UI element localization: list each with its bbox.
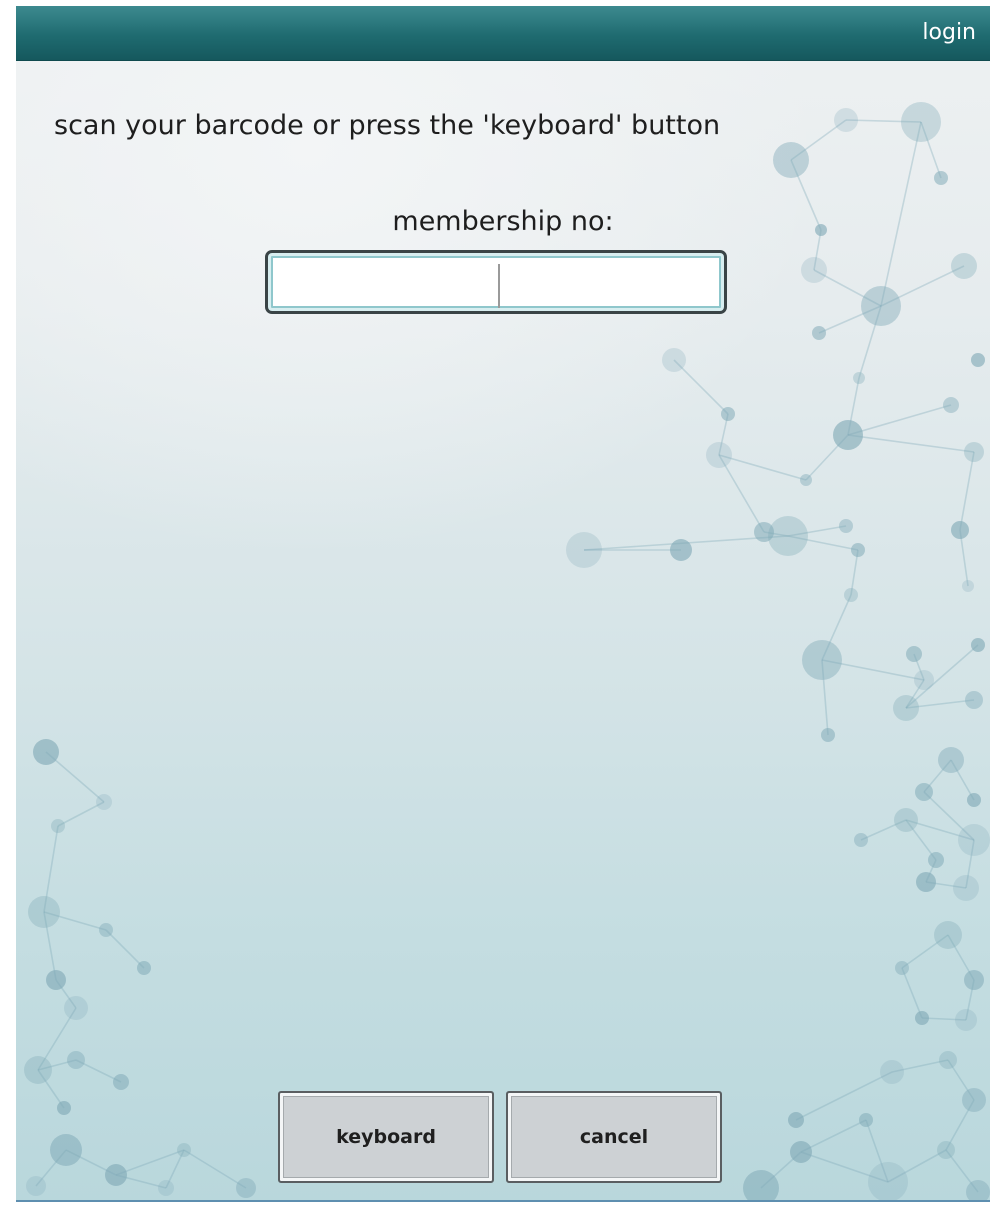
molecule-node: [916, 872, 936, 892]
molecule-node: [901, 102, 941, 142]
molecule-node: [57, 1101, 71, 1115]
molecule-bond: [795, 1071, 893, 1121]
molecule-node: [105, 1164, 127, 1186]
molecule-node: [894, 808, 918, 832]
molecule-node: [839, 519, 853, 533]
molecule-node: [790, 1141, 812, 1163]
molecule-node: [821, 728, 835, 742]
molecule-node: [854, 833, 868, 847]
molecule-node: [773, 142, 809, 178]
molecule-node: [958, 824, 990, 856]
molecule-node: [844, 588, 858, 602]
molecule-node: [706, 442, 732, 468]
molecule-node: [962, 1088, 986, 1112]
molecule-node: [928, 852, 944, 868]
membership-number-input[interactable]: [265, 250, 727, 314]
cancel-button[interactable]: cancel: [506, 1091, 722, 1183]
molecule-node: [955, 1009, 977, 1031]
molecule-node: [566, 532, 602, 568]
molecule-node: [934, 171, 948, 185]
molecule-node: [51, 819, 65, 833]
molecule-node: [937, 1141, 955, 1159]
molecule-node: [812, 326, 826, 340]
molecule-node: [966, 1180, 990, 1202]
molecule-node: [46, 970, 66, 990]
molecule-node: [236, 1178, 256, 1198]
molecule-bond: [959, 451, 975, 531]
molecule-node: [934, 921, 962, 949]
molecule-node: [893, 695, 919, 721]
molecule-node: [951, 253, 977, 279]
molecule-node: [964, 442, 984, 462]
molecule-node: [801, 257, 827, 283]
molecule-node: [861, 286, 901, 326]
molecule-node: [67, 1051, 85, 1069]
membership-label: membership no:: [392, 206, 614, 237]
molecule-node: [953, 875, 979, 901]
molecule-node: [137, 961, 151, 975]
molecule-node: [28, 896, 60, 928]
text-caret: [498, 264, 500, 308]
molecule-node: [721, 407, 735, 421]
molecule-node: [158, 1180, 174, 1196]
molecule-node: [33, 739, 59, 765]
molecule-node: [938, 747, 964, 773]
molecule-node: [788, 1112, 804, 1128]
molecule-node: [880, 1060, 904, 1084]
molecule-node: [859, 1113, 873, 1127]
molecule-node: [868, 1162, 908, 1202]
title-bar: login: [16, 6, 990, 61]
molecule-bond: [183, 1149, 247, 1189]
molecule-node: [906, 646, 922, 662]
login-screen: login scan your barcode or press the 'ke…: [16, 6, 990, 1202]
molecule-node: [951, 521, 969, 539]
molecule-node: [800, 474, 812, 486]
molecule-node: [965, 691, 983, 709]
molecule-node: [802, 640, 842, 680]
molecule-node: [96, 794, 112, 810]
molecule-node: [939, 1051, 957, 1069]
molecule-node: [915, 1011, 929, 1025]
molecule-node: [964, 970, 984, 990]
molecule-node: [64, 996, 88, 1020]
instruction-text: scan your barcode or press the 'keyboard…: [54, 110, 721, 141]
molecule-node: [50, 1134, 82, 1166]
molecule-node: [853, 372, 865, 384]
molecule-node: [24, 1056, 52, 1084]
molecule-bond: [847, 434, 975, 453]
molecule-node: [895, 961, 909, 975]
molecule-node: [177, 1143, 191, 1157]
molecule-node: [834, 108, 858, 132]
molecule-bond: [901, 967, 923, 1019]
molecule-node: [99, 923, 113, 937]
molecule-node: [943, 397, 959, 413]
molecule-node: [851, 543, 865, 557]
molecule-bond: [105, 929, 145, 969]
window-title: login: [922, 20, 976, 45]
molecule-node: [971, 353, 985, 367]
molecule-node: [915, 783, 933, 801]
molecule-node: [914, 670, 934, 690]
bottom-divider: [16, 1200, 990, 1202]
molecule-node: [971, 638, 985, 652]
molecule-node: [26, 1176, 46, 1196]
molecule-node: [670, 539, 692, 561]
molecule-node: [743, 1170, 779, 1202]
molecule-node: [962, 580, 974, 592]
molecule-bond: [847, 404, 952, 436]
molecule-node: [113, 1074, 129, 1090]
molecule-node: [967, 793, 981, 807]
molecule-node: [662, 348, 686, 372]
molecule-node: [768, 516, 808, 556]
molecule-node: [833, 420, 863, 450]
keyboard-button[interactable]: keyboard: [278, 1091, 494, 1183]
